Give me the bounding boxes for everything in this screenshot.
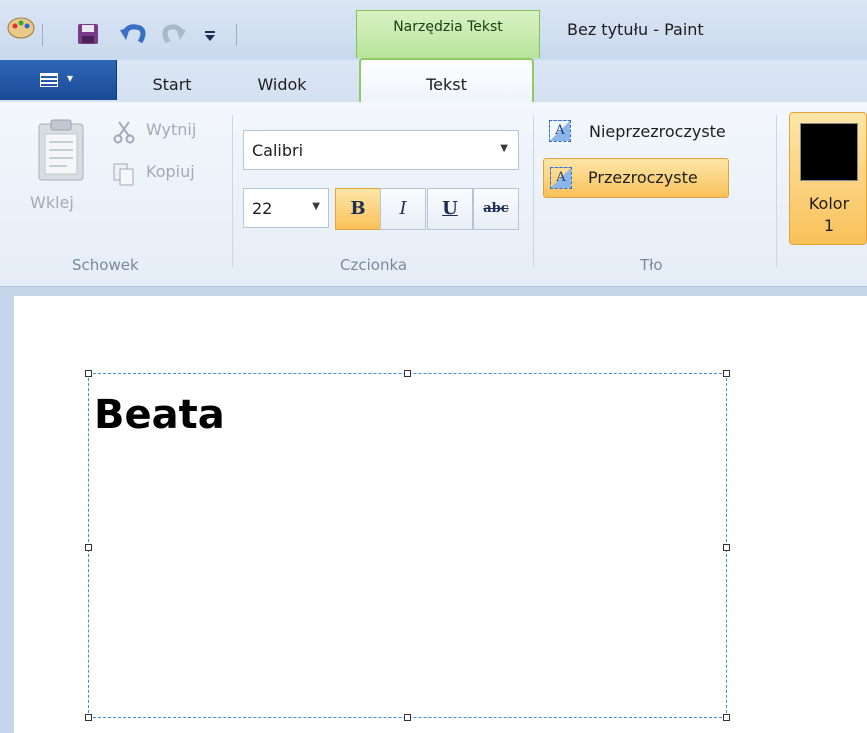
resize-handle-top-left[interactable]	[85, 370, 92, 377]
tab-view[interactable]: Widok	[240, 60, 324, 100]
qat-separator	[42, 24, 43, 46]
underline-button[interactable]: U	[427, 188, 473, 230]
transparent-background-icon: A	[550, 167, 572, 189]
group-divider	[776, 115, 777, 267]
italic-button[interactable]: I	[380, 188, 426, 230]
group-label-background: Tło	[640, 256, 663, 274]
dropdown-arrow-icon: ▼	[500, 143, 508, 154]
color1-label-line1: Kolor	[808, 194, 850, 213]
context-tab-text-tools: Narzędzia Tekst	[356, 10, 540, 58]
transparent-background-button[interactable]: A Przezroczyste	[543, 158, 729, 198]
chevron-down-icon: ▾	[67, 71, 74, 85]
dropdown-arrow-icon: ▼	[312, 201, 320, 212]
resize-handle-bottom-right[interactable]	[723, 714, 730, 721]
group-label-font: Czcionka	[340, 256, 408, 274]
qat-separator	[236, 24, 237, 46]
resize-handle-bottom[interactable]	[404, 714, 411, 721]
copy-label: Kopiuj	[146, 162, 195, 181]
group-divider	[533, 115, 534, 267]
scissors-icon	[113, 121, 135, 144]
tab-text[interactable]: Tekst	[359, 58, 534, 104]
undo-icon[interactable]	[118, 20, 148, 48]
resize-handle-bottom-left[interactable]	[85, 714, 92, 721]
paint-app-icon[interactable]	[6, 14, 36, 40]
cut-label: Wytnij	[146, 120, 197, 139]
font-size-select[interactable]: 22 ▼	[243, 188, 329, 228]
resize-handle-left[interactable]	[85, 544, 92, 551]
transparent-background-label: Przezroczyste	[588, 168, 698, 187]
bold-button[interactable]: B	[335, 188, 381, 230]
opaque-background-label: Nieprzezroczyste	[589, 122, 726, 141]
redo-icon[interactable]	[160, 20, 188, 48]
group-label-clipboard: Schowek	[72, 256, 139, 274]
group-divider	[232, 115, 233, 267]
context-tab-label: Narzędzia Tekst	[393, 19, 503, 35]
window-title: Bez tytułu - Paint	[567, 20, 704, 39]
opaque-background-icon: A	[549, 120, 571, 142]
save-icon[interactable]	[76, 22, 100, 46]
app-menu-button[interactable]: ▾	[0, 60, 117, 100]
tab-start[interactable]: Start	[130, 60, 214, 100]
color1-label: Kolor 1	[790, 193, 867, 237]
color1-swatch	[800, 123, 858, 181]
text-box-content[interactable]: Beata	[94, 392, 225, 438]
strikethrough-button[interactable]: abc	[473, 188, 519, 230]
color1-button[interactable]: Kolor 1	[789, 112, 867, 245]
resize-handle-top-right[interactable]	[723, 370, 730, 377]
font-size-value: 22	[252, 199, 273, 218]
paste-button-label[interactable]: Wklej	[30, 193, 74, 212]
customize-qat-icon[interactable]	[203, 30, 217, 42]
font-family-value: Calibri	[252, 141, 304, 160]
menu-icon	[40, 73, 58, 87]
color1-label-line2: 1	[823, 216, 835, 235]
paste-icon[interactable]	[35, 118, 87, 182]
copy-icon	[113, 163, 134, 186]
font-family-select[interactable]: Calibri ▼	[243, 130, 519, 170]
resize-handle-right[interactable]	[723, 544, 730, 551]
resize-handle-top[interactable]	[404, 370, 411, 377]
